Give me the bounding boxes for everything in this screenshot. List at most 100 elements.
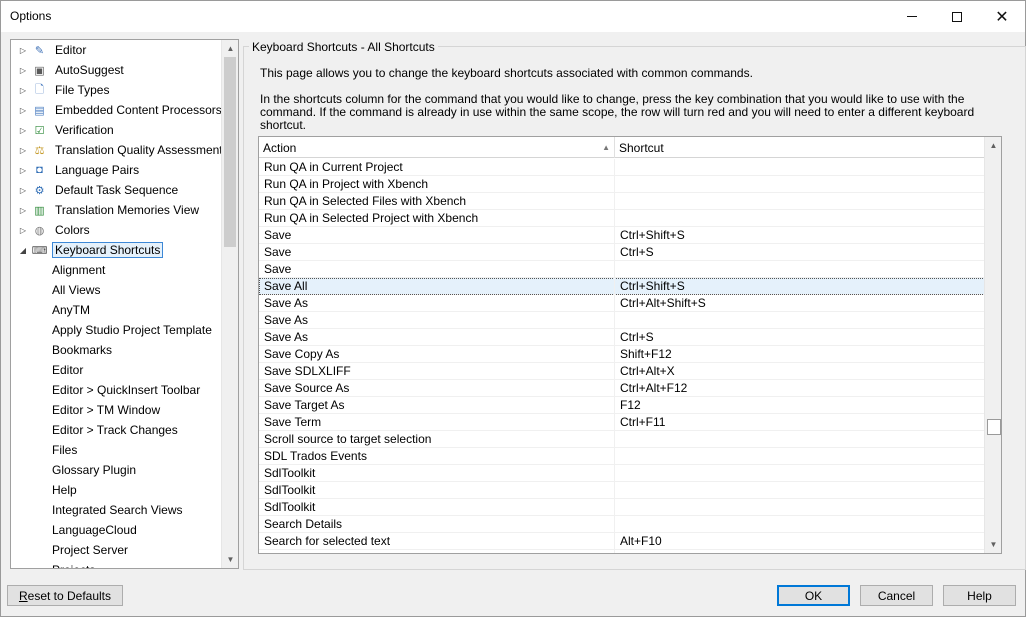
table-row[interactable]: Save Term Ctrl+F11	[259, 414, 985, 431]
tree-child-project-server[interactable]: Project Server	[11, 540, 222, 560]
expand-icon[interactable]: ▷	[19, 185, 27, 195]
grid-scrollbar[interactable]: ▲ ▼	[984, 137, 1001, 553]
table-row[interactable]: Save Ctrl+Shift+S	[259, 227, 985, 244]
scroll-down-icon[interactable]: ▼	[985, 536, 1001, 553]
tree-item-language-pairs[interactable]: ▷ ◘ Language Pairs	[11, 160, 222, 180]
table-row[interactable]: Run QA in Selected Files with Xbench	[259, 193, 985, 210]
shortcut-cell[interactable]	[615, 193, 985, 210]
table-row[interactable]: Save As Ctrl+S	[259, 329, 985, 346]
shortcut-cell[interactable]	[615, 431, 985, 448]
tree-child-help[interactable]: Help	[11, 480, 222, 500]
ok-button[interactable]: OK	[777, 585, 850, 606]
tree-item-embedded-content-processors[interactable]: ▷ ▤ Embedded Content Processors	[11, 100, 222, 120]
table-row[interactable]: Search Details	[259, 516, 985, 533]
table-row[interactable]: Save SDLXLIFF Ctrl+Alt+X	[259, 363, 985, 380]
tree-scrollbar[interactable]: ▲ ▼	[221, 40, 238, 568]
table-row[interactable]: Search in active file	[259, 550, 985, 553]
tree-child-editor-quickinsert-toolbar[interactable]: Editor > QuickInsert Toolbar	[11, 380, 222, 400]
table-row[interactable]: Search for selected text Alt+F10	[259, 533, 985, 550]
tree-child-languagecloud[interactable]: LanguageCloud	[11, 520, 222, 540]
minimize-button[interactable]	[889, 1, 935, 32]
table-row[interactable]: SdlToolkit	[259, 482, 985, 499]
shortcut-cell[interactable]	[615, 550, 985, 553]
tree-item-translation-memories-view[interactable]: ▷ ▥ Translation Memories View	[11, 200, 222, 220]
table-row[interactable]: Save Target As F12	[259, 397, 985, 414]
expand-icon[interactable]: ▷	[19, 45, 27, 55]
shortcut-cell[interactable]	[615, 210, 985, 227]
tree-item-keyboard-shortcuts[interactable]: ◢ ⌨ Keyboard Shortcuts	[11, 240, 222, 260]
expand-icon[interactable]: ▷	[19, 85, 27, 95]
tree-child-anytm[interactable]: AnyTM	[11, 300, 222, 320]
shortcut-cell[interactable]: Ctrl+S	[615, 329, 985, 346]
table-row[interactable]: Save Source As Ctrl+Alt+F12	[259, 380, 985, 397]
tree-child-apply-studio-project-template[interactable]: Apply Studio Project Template	[11, 320, 222, 340]
grid-scroll-thumb[interactable]	[987, 418, 1001, 435]
scroll-down-icon[interactable]: ▼	[222, 551, 238, 568]
shortcut-cell[interactable]	[615, 159, 985, 176]
maximize-button[interactable]	[934, 1, 980, 32]
tree-item-translation-quality-assessment[interactable]: ▷ ⚖ Translation Quality Assessment	[11, 140, 223, 160]
tree-item-default-task-sequence[interactable]: ▷ ⚙ Default Task Sequence	[11, 180, 222, 200]
shortcut-cell[interactable]	[615, 482, 985, 499]
table-row[interactable]: Run QA in Selected Project with Xbench	[259, 210, 985, 227]
shortcut-cell[interactable]	[615, 516, 985, 533]
column-header-action[interactable]: Action ▲	[259, 137, 615, 158]
table-row[interactable]: SdlToolkit	[259, 465, 985, 482]
tree-item-editor[interactable]: ▷ ✎ Editor	[11, 40, 222, 60]
tree-child-files[interactable]: Files	[11, 440, 222, 460]
tree-child-projects[interactable]: Projects	[11, 560, 222, 568]
tree-child-editor-tm-window[interactable]: Editor > TM Window	[11, 400, 222, 420]
expand-icon[interactable]: ▷	[19, 145, 27, 155]
tree-child-bookmarks[interactable]: Bookmarks	[11, 340, 222, 360]
shortcut-cell[interactable]	[615, 261, 985, 278]
shortcut-cell[interactable]: Ctrl+Alt+F12	[615, 380, 985, 397]
tree-child-glossary-plugin[interactable]: Glossary Plugin	[11, 460, 222, 480]
collapse-icon[interactable]: ◢	[19, 245, 27, 255]
table-row[interactable]: Run QA in Project with Xbench	[259, 176, 985, 193]
tree-child-editor-track-changes[interactable]: Editor > Track Changes	[11, 420, 222, 440]
table-row[interactable]: Run QA in Current Project	[259, 159, 985, 176]
table-row[interactable]: Save Ctrl+S	[259, 244, 985, 261]
tree-item-verification[interactable]: ▷ ☑ Verification	[11, 120, 222, 140]
table-row[interactable]: Save All Ctrl+Shift+S	[259, 278, 985, 295]
table-row[interactable]: SdlToolkit	[259, 499, 985, 516]
column-header-shortcut[interactable]: Shortcut	[615, 137, 985, 158]
shortcut-cell[interactable]: Ctrl+Alt+Shift+S	[615, 295, 985, 312]
help-button[interactable]: Help	[943, 585, 1016, 606]
expand-icon[interactable]: ▷	[19, 225, 27, 235]
options-tree[interactable]: ▷ ✎ Editor ▷ ▣ AutoSuggest ▷ 🗋 File Types ▷ ▤ Embed…	[10, 39, 239, 569]
shortcut-cell[interactable]: Alt+F10	[615, 533, 985, 550]
expand-icon[interactable]: ▷	[19, 165, 27, 175]
tree-item-colors[interactable]: ▷ ◍ Colors	[11, 220, 222, 240]
tree-child-all-views[interactable]: All Views	[11, 280, 222, 300]
table-row[interactable]: Save As	[259, 312, 985, 329]
expand-icon[interactable]: ▷	[19, 105, 27, 115]
table-row[interactable]: Save	[259, 261, 985, 278]
shortcut-cell[interactable]	[615, 465, 985, 482]
close-button[interactable]: ✕	[979, 1, 1025, 32]
shortcut-cell[interactable]: F12	[615, 397, 985, 414]
tree-child-integrated-search-views[interactable]: Integrated Search Views	[11, 500, 222, 520]
tree-child-alignment[interactable]: Alignment	[11, 260, 222, 280]
reset-to-defaults-button[interactable]: Reset to Defaults	[7, 585, 123, 606]
shortcut-cell[interactable]	[615, 176, 985, 193]
shortcut-cell[interactable]	[615, 312, 985, 329]
tree-child-editor[interactable]: Editor	[11, 360, 222, 380]
shortcut-cell[interactable]: Shift+F12	[615, 346, 985, 363]
shortcut-cell[interactable]: Ctrl+Shift+S	[615, 278, 985, 295]
shortcuts-grid[interactable]: Action ▲ Shortcut Run QA in Current Proj…	[258, 136, 1002, 554]
tree-item-autosuggest[interactable]: ▷ ▣ AutoSuggest	[11, 60, 222, 80]
scroll-up-icon[interactable]: ▲	[985, 137, 1001, 154]
cancel-button[interactable]: Cancel	[860, 585, 933, 606]
expand-icon[interactable]: ▷	[19, 65, 27, 75]
expand-icon[interactable]: ▷	[19, 205, 27, 215]
shortcut-cell[interactable]: Ctrl+F11	[615, 414, 985, 431]
shortcut-cell[interactable]	[615, 499, 985, 516]
table-row[interactable]: Save As Ctrl+Alt+Shift+S	[259, 295, 985, 312]
scroll-up-icon[interactable]: ▲	[222, 40, 238, 57]
tree-scroll-thumb[interactable]	[224, 57, 236, 247]
shortcut-cell[interactable]	[615, 448, 985, 465]
shortcut-cell[interactable]: Ctrl+Shift+S	[615, 227, 985, 244]
table-row[interactable]: Save Copy As Shift+F12	[259, 346, 985, 363]
tree-item-file-types[interactable]: ▷ 🗋 File Types	[11, 80, 222, 100]
